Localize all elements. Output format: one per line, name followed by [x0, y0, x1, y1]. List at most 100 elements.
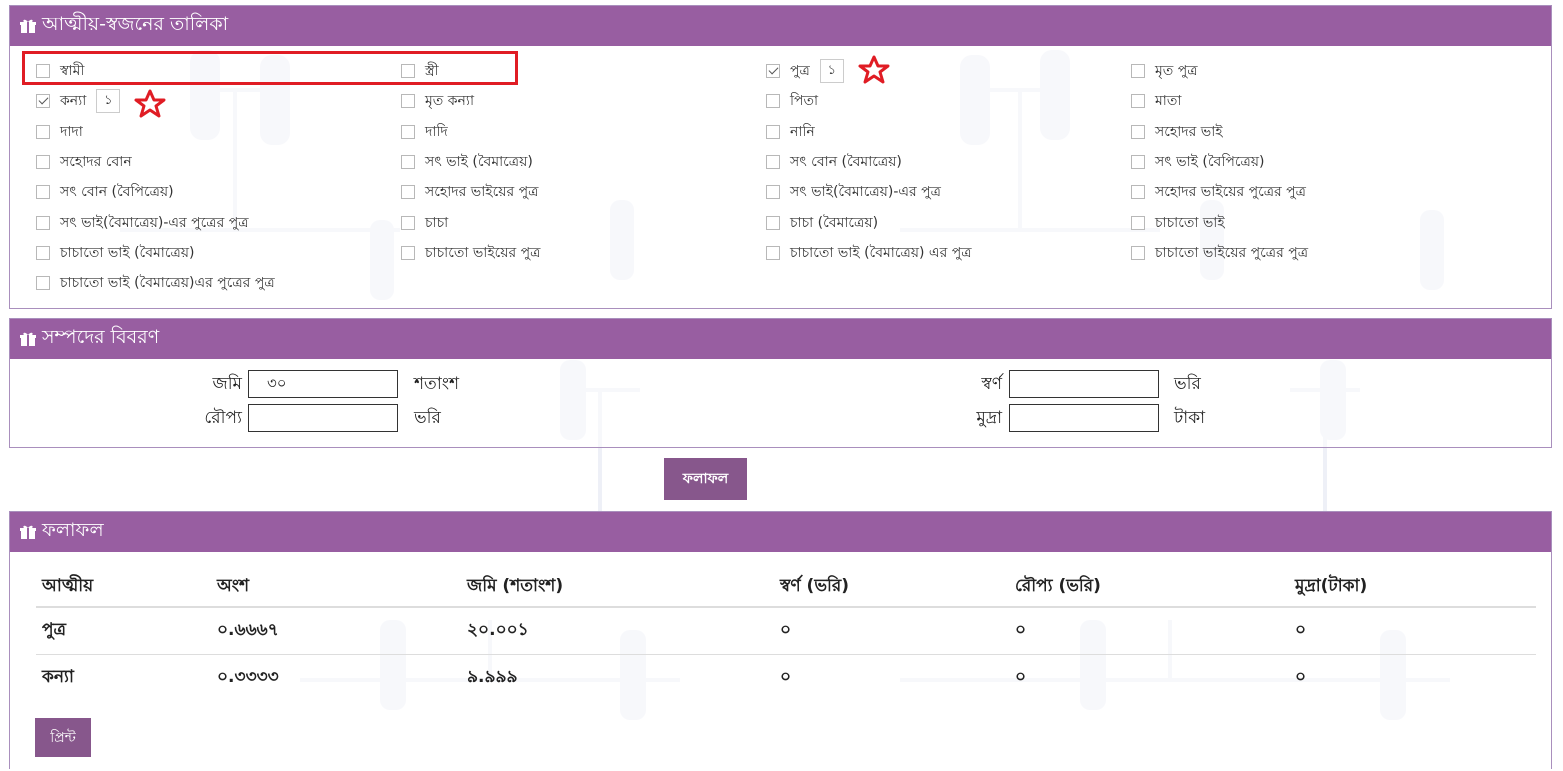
assets-panel-header: সম্পদের বিবরণ	[10, 319, 1551, 359]
relative-checkbox[interactable]	[1131, 245, 1145, 260]
relative-label: সৎ ভাই(বৈমাত্রেয়)-এর পুত্রের পুত্র	[60, 214, 249, 231]
column-header: অংশ	[211, 567, 461, 608]
relative-option[interactable]: চাচাতো ভাই (বৈমাত্রেয়) এর পুত্র	[766, 242, 972, 264]
relative-option[interactable]: দাদি	[401, 121, 448, 143]
relative-quantity-input[interactable]: ১	[96, 89, 121, 114]
relative-label: চাচা (বৈমাত্রেয়)	[790, 214, 879, 231]
relative-option[interactable]: পিতা	[766, 90, 818, 112]
print-button[interactable]: প্রিন্ট	[35, 718, 91, 757]
relative-checkbox[interactable]	[1131, 215, 1145, 230]
relative-label: সহোদর বোন	[60, 153, 132, 170]
table-cell: কন্যা	[42, 666, 74, 687]
relative-checkbox[interactable]	[1131, 124, 1145, 139]
table-cell: ০	[1009, 607, 1289, 655]
table-cell: ০	[780, 666, 792, 687]
relative-label: নানি	[790, 123, 815, 140]
money-input[interactable]	[1009, 404, 1159, 432]
relative-option[interactable]: সৎ ভাই (বৈপিত্রেয়)	[1131, 151, 1264, 173]
relative-option[interactable]: সহোদর ভাইয়ের পুত্রের পুত্র	[1131, 181, 1306, 203]
relative-label: কন্যা	[60, 93, 87, 110]
relative-checkbox[interactable]	[36, 124, 50, 139]
assets-panel-title: সম্পদের বিবরণ	[42, 326, 160, 348]
relative-option[interactable]: মৃত পুত্র	[1131, 60, 1198, 82]
relative-checkbox[interactable]	[766, 94, 780, 109]
relative-checkbox[interactable]	[36, 245, 50, 260]
table-cell: ০	[1295, 666, 1307, 687]
land-unit: শতাংশ	[414, 374, 460, 394]
relative-checkbox[interactable]	[766, 245, 780, 260]
land-input[interactable]: ৩০	[248, 370, 398, 398]
calculate-result-button[interactable]: ফলাফল	[664, 458, 747, 500]
relative-option[interactable]: পুত্র ১	[766, 59, 844, 83]
relative-checkbox[interactable]	[401, 154, 415, 169]
relative-option[interactable]: মাতা	[1131, 90, 1181, 112]
money-unit: টাকা	[1174, 408, 1206, 428]
relative-option[interactable]: সহোদর ভাই	[1131, 121, 1223, 143]
gold-input[interactable]	[1009, 370, 1159, 398]
relative-checkbox[interactable]	[401, 124, 415, 139]
relative-checkbox[interactable]	[766, 154, 780, 169]
relative-label: সৎ বোন (বৈমাত্রেয়)	[790, 153, 902, 170]
relative-option[interactable]: সহোদর বোন	[36, 151, 132, 173]
relative-checkbox[interactable]	[1131, 185, 1145, 200]
relative-option[interactable]: সৎ ভাই(বৈমাত্রেয়)-এর পুত্র	[766, 181, 941, 203]
relative-checkbox[interactable]	[766, 185, 780, 200]
relative-checkbox[interactable]	[766, 64, 780, 78]
relative-option[interactable]: চাচাতো ভাই	[1131, 212, 1225, 234]
relative-option[interactable]: চাচাতো ভাইয়ের পুত্র	[401, 242, 540, 264]
relative-checkbox[interactable]	[36, 185, 50, 200]
relative-checkbox[interactable]	[36, 154, 50, 169]
relative-option[interactable]: চাচা	[401, 212, 448, 234]
relative-label: সৎ ভাই (বৈপিত্রেয়)	[1155, 153, 1265, 170]
column-header: স্বর্ণ (ভরি)	[774, 567, 1009, 608]
relative-checkbox[interactable]	[401, 215, 415, 230]
relative-option[interactable]: সৎ বোন (বৈমাত্রেয়)	[766, 151, 902, 173]
relative-option[interactable]: মৃত কন্যা	[401, 90, 474, 112]
relative-option[interactable]: চাচা (বৈমাত্রেয়)	[766, 212, 878, 234]
relative-checkbox[interactable]	[36, 276, 50, 291]
relative-label: পিতা	[790, 93, 819, 110]
relative-option[interactable]: চাচাতো ভাইয়ের পুত্রের পুত্র	[1131, 242, 1308, 264]
relative-label: মাতা	[1155, 93, 1182, 110]
relative-option[interactable]: দাদা	[36, 121, 83, 143]
assets-panel: সম্পদের বিবরণ জমি ৩০ শতাংশ রৌপ্য ভরি স্ব…	[9, 318, 1552, 448]
gift-icon	[20, 18, 36, 34]
relative-option[interactable]: সৎ ভাই(বৈমাত্রেয়)-এর পুত্রের পুত্র	[36, 212, 249, 234]
relative-checkbox[interactable]	[401, 94, 415, 109]
relative-option[interactable]: চাচাতো ভাই (বৈমাত্রেয়)	[36, 242, 194, 264]
relative-label: চাচাতো ভাই	[1155, 214, 1225, 231]
relative-checkbox[interactable]	[1131, 94, 1145, 109]
relative-option[interactable]: নানি	[766, 121, 815, 143]
relative-label: সহোদর ভাইয়ের পুত্র	[425, 184, 539, 201]
relatives-checkbox-grid: স্বামী স্ত্রী পুত্র ১ মৃত পুত্র কন্যা ১ মৃত কন্…	[10, 46, 1551, 310]
relative-label: চাচা	[425, 214, 449, 231]
table-cell: ০.৬৬৬৭	[211, 607, 461, 655]
relative-label: চাচাতো ভাই (বৈমাত্রেয়) এর পুত্র	[790, 244, 972, 261]
relative-checkbox[interactable]	[1131, 154, 1145, 169]
relative-label: চাচাতো ভাই (বৈমাত্রেয়)	[60, 244, 195, 261]
results-panel-title: ফলাফল	[42, 519, 104, 541]
relative-label: মৃত কন্যা	[425, 93, 474, 110]
table-cell: ৯.৯৯৯	[467, 666, 518, 687]
results-panel: ফলাফল আত্মীয় অংশ জমি (শতাংশ) স্বর্ণ (ভর…	[9, 511, 1552, 769]
table-cell: ০	[1289, 607, 1536, 655]
relatives-panel-header: আত্মীয়-স্বজনের তালিকা	[10, 6, 1551, 46]
relative-checkbox[interactable]	[401, 185, 415, 200]
relative-checkbox[interactable]	[1131, 64, 1145, 78]
relative-checkbox[interactable]	[36, 215, 50, 230]
gold-label: স্বর্ণ	[981, 374, 1002, 394]
relative-option[interactable]: সৎ ভাই (বৈমাত্রেয়)	[401, 151, 533, 173]
relative-label: দাদি	[425, 123, 448, 140]
relative-option[interactable]: চাচাতো ভাই (বৈমাত্রেয়)এর পুত্রের পুত্র	[36, 272, 275, 294]
relative-checkbox[interactable]	[766, 124, 780, 139]
relative-option[interactable]: কন্যা ১	[36, 89, 121, 114]
relative-checkbox[interactable]	[766, 215, 780, 230]
results-table: আত্মীয় অংশ জমি (শতাংশ) স্বর্ণ (ভরি) রৌপ…	[36, 567, 1536, 701]
gold-unit: ভরি	[1174, 374, 1201, 394]
relative-option[interactable]: সৎ বোন (বৈপিত্রেয়)	[36, 181, 174, 203]
relative-quantity-input[interactable]: ১	[819, 59, 844, 83]
relative-checkbox[interactable]	[36, 94, 50, 109]
relative-option[interactable]: সহোদর ভাইয়ের পুত্র	[401, 181, 538, 203]
silver-input[interactable]	[248, 404, 398, 432]
relative-checkbox[interactable]	[401, 245, 415, 260]
